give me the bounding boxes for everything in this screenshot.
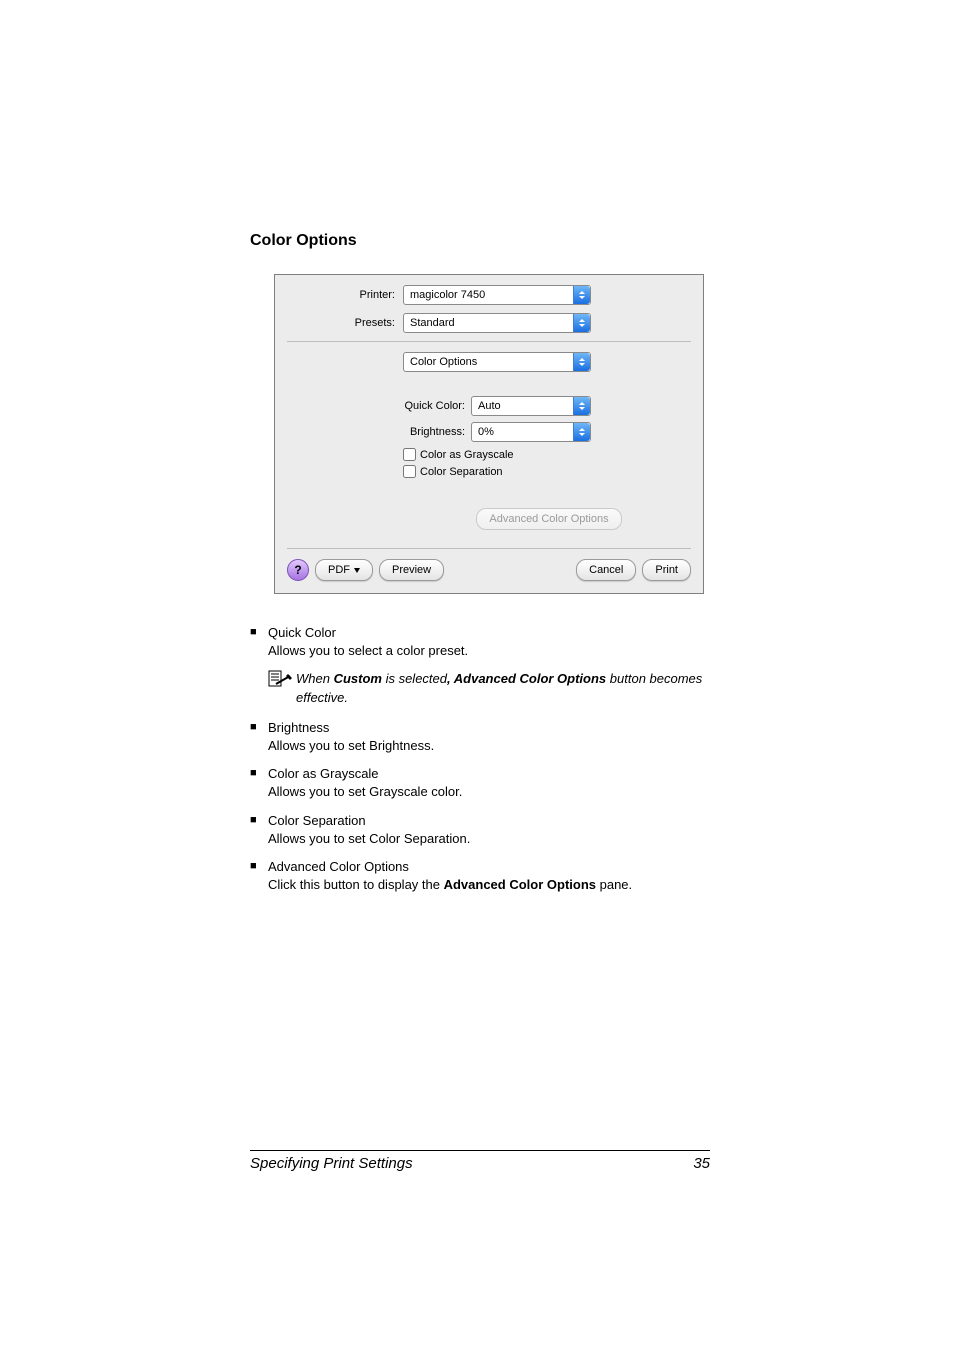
updown-arrows-icon [573, 286, 590, 304]
updown-arrows-icon [573, 314, 590, 332]
updown-arrows-icon [573, 397, 590, 415]
cancel-button[interactable]: Cancel [576, 559, 636, 581]
printer-select[interactable]: magicolor 7450 [403, 285, 591, 305]
printer-select-value: magicolor 7450 [404, 289, 573, 301]
pdf-menu-button[interactable]: PDF [315, 559, 373, 581]
presets-label: Presets: [287, 317, 403, 329]
brightness-label: Brightness: [403, 426, 471, 438]
separation-title: Color Separation [268, 812, 710, 830]
dropdown-triangle-icon [354, 568, 360, 573]
divider [287, 341, 691, 342]
updown-arrows-icon [573, 353, 590, 371]
pane-select-value: Color Options [404, 356, 573, 368]
brightness-desc: Allows you to set Brightness. [268, 737, 710, 755]
bullet-square-icon: ■ [250, 812, 268, 848]
preview-button[interactable]: Preview [379, 559, 444, 581]
bullet-square-icon: ■ [250, 719, 268, 755]
presets-select[interactable]: Standard [403, 313, 591, 333]
note-icon [268, 670, 296, 688]
pdf-menu-label: PDF [328, 564, 350, 576]
help-button[interactable]: ? [287, 559, 309, 581]
pane-select[interactable]: Color Options [403, 352, 591, 372]
section-heading: Color Options [250, 232, 710, 250]
brightness-title: Brightness [268, 719, 710, 737]
quick-color-select[interactable]: Auto [471, 396, 591, 416]
footer-rule [250, 1150, 710, 1151]
print-button[interactable]: Print [642, 559, 691, 581]
print-dialog: Printer: magicolor 7450 Presets: Standar… [274, 274, 704, 594]
brightness-select[interactable]: 0% [471, 422, 591, 442]
color-separation-label: Color Separation [420, 466, 503, 478]
quick-color-desc: Allows you to select a color preset. [268, 642, 710, 660]
color-as-grayscale-checkbox[interactable] [403, 448, 416, 461]
divider [287, 548, 691, 549]
advanced-desc: Click this button to display the Advance… [268, 876, 710, 894]
advanced-color-options-button[interactable]: Advanced Color Options [476, 508, 621, 530]
printer-label: Printer: [287, 289, 403, 301]
footer-page-number: 35 [693, 1155, 710, 1172]
bullet-square-icon: ■ [250, 624, 268, 660]
bullet-square-icon: ■ [250, 765, 268, 801]
bullet-square-icon: ■ [250, 858, 268, 894]
grayscale-desc: Allows you to set Grayscale color. [268, 783, 710, 801]
updown-arrows-icon [573, 423, 590, 441]
grayscale-title: Color as Grayscale [268, 765, 710, 783]
note-text: When Custom is selected, Advanced Color … [296, 670, 710, 706]
footer-title: Specifying Print Settings [250, 1155, 413, 1172]
presets-select-value: Standard [404, 317, 573, 329]
separation-desc: Allows you to set Color Separation. [268, 830, 710, 848]
quick-color-value: Auto [472, 400, 573, 412]
brightness-value: 0% [472, 426, 573, 438]
color-as-grayscale-label: Color as Grayscale [420, 449, 514, 461]
advanced-title: Advanced Color Options [268, 858, 710, 876]
quick-color-label: Quick Color: [403, 400, 471, 412]
color-separation-checkbox[interactable] [403, 465, 416, 478]
quick-color-title: Quick Color [268, 624, 710, 642]
